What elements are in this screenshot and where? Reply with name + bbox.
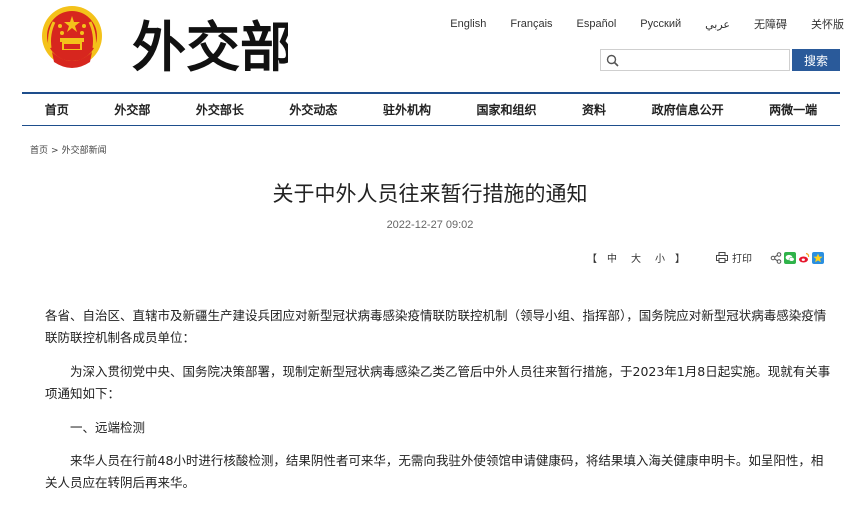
accessibility-link[interactable]: 无障碍	[754, 16, 787, 32]
logo-text: 外交部	[132, 15, 288, 79]
article-date: 2022-12-27 09:02	[386, 219, 474, 231]
national-emblem-icon[interactable]	[40, 4, 104, 72]
care-version-link[interactable]: 关怀版	[811, 16, 844, 32]
print-button[interactable]: 打印	[716, 250, 752, 265]
lang-russian[interactable]: Русский	[640, 18, 681, 30]
nav-social-media[interactable]: 两微一端	[769, 101, 817, 118]
breadcrumb-current[interactable]: 外交部新闻	[62, 146, 107, 156]
nav-diplomatic-news[interactable]: 外交动态	[289, 101, 337, 118]
search-input[interactable]	[623, 51, 783, 69]
lang-spanish[interactable]: Español	[577, 18, 617, 30]
print-label: 打印	[732, 254, 752, 265]
search-button[interactable]: 搜索	[792, 49, 840, 71]
nav-minister[interactable]: 外交部长	[196, 101, 244, 118]
font-size-small[interactable]: 小	[655, 250, 665, 265]
weibo-icon[interactable]	[798, 251, 810, 264]
language-bar: English Français Español Русский عربي 无障…	[426, 16, 844, 32]
paragraph-intro: 为深入贯彻党中央、国务院决策部署，现制定新型冠状病毒感染乙类乙管后中外人员往来暂…	[45, 363, 831, 401]
lang-french[interactable]: Français	[510, 18, 552, 30]
breadcrumb: 首页 > 外交部新闻	[30, 143, 107, 156]
breadcrumb-home[interactable]: 首页	[30, 146, 48, 156]
nav-home[interactable]: 首页	[45, 101, 69, 118]
font-size-close-bracket: 】	[675, 254, 685, 265]
nav-ministry[interactable]: 外交部	[114, 101, 150, 118]
main-nav: 首页 外交部 外交部长 外交动态 驻外机构 国家和组织 资料 政府信息公开 两微…	[22, 92, 840, 126]
nav-missions-abroad[interactable]: 驻外机构	[383, 101, 431, 118]
paragraph-recipients: 各省、自治区、直辖市及新疆生产建设兵团应对新型冠状病毒感染疫情联防联控机制（领导…	[45, 308, 827, 345]
share-icon[interactable]	[770, 251, 782, 264]
article-tools: 【 中 大 小 】 打印	[584, 250, 824, 265]
lang-arabic[interactable]: عربي	[705, 18, 730, 31]
section-heading: 一、远端检测	[70, 419, 146, 435]
ministry-logo[interactable]: 外交部	[128, 2, 288, 86]
qzone-icon[interactable]	[812, 251, 824, 264]
font-size-large[interactable]: 中	[607, 250, 617, 265]
font-size-open-bracket: 【	[587, 254, 597, 265]
paragraph-remote-testing: 来华人员在行前48小时进行核酸检测，结果阴性者可来华，无需向我驻外使领馆申请健康…	[45, 453, 824, 491]
wechat-icon[interactable]	[784, 251, 796, 264]
breadcrumb-separator: >	[51, 146, 59, 156]
site-header: 外交部 English Français Español Русский عرب…	[0, 0, 860, 92]
share-bar	[770, 251, 824, 264]
article-body: 各省、自治区、直辖市及新疆生产建设兵团应对新型冠状病毒感染疫情联防联控机制（领导…	[45, 305, 835, 506]
font-size-medium[interactable]: 大	[631, 250, 641, 265]
nav-countries-orgs[interactable]: 国家和组织	[477, 101, 537, 118]
nav-resources[interactable]: 资料	[582, 101, 606, 118]
search-box	[600, 49, 790, 71]
nav-gov-info[interactable]: 政府信息公开	[652, 101, 724, 118]
printer-icon	[716, 252, 728, 263]
search-icon	[606, 54, 619, 67]
lang-english[interactable]: English	[450, 18, 486, 30]
article-title: 关于中外人员往来暂行措施的通知	[272, 182, 588, 206]
